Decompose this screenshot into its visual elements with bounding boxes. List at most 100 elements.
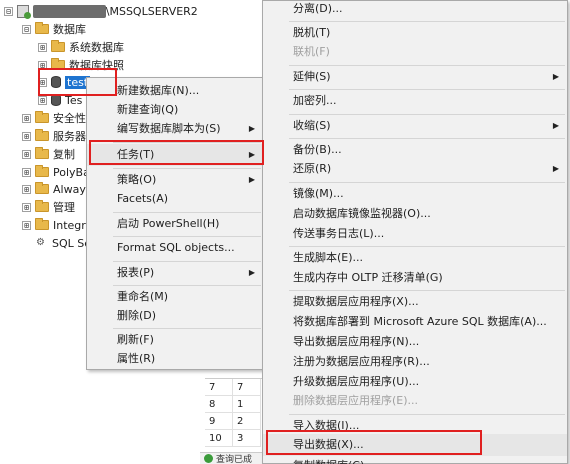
folder-icon <box>35 22 49 34</box>
tree-node-security[interactable]: ⊞ 安全性 <box>22 109 86 127</box>
menu-item-label: 编写数据库脚本为(S) <box>117 122 221 135</box>
folder-icon <box>35 182 49 194</box>
tree-node-system-databases[interactable]: ⊞ 系统数据库 <box>38 38 124 56</box>
results-grid: 7 7 8 1 9 2 10 3 <box>205 378 265 454</box>
folder-icon <box>35 200 49 212</box>
tree-node-integration[interactable]: ⊞ Integr <box>22 216 86 234</box>
tree-node-sql-agent[interactable]: ⚙ SQL Se <box>36 234 91 252</box>
menu-item-export-data[interactable]: 导出数据(X)... <box>263 434 567 456</box>
folder-icon <box>35 218 49 230</box>
tree-label-snapshots: 数据库快照 <box>69 59 124 72</box>
tree-label-integration: Integr <box>53 218 86 232</box>
expand-icon[interactable]: ⊞ <box>22 167 31 177</box>
success-icon <box>204 454 213 463</box>
menu-item-oltp-migration-checklist[interactable]: 生成内存中 OLTP 迁移清单(G) <box>263 267 567 289</box>
tree-node-polybase[interactable]: ⊞ PolyBa <box>22 163 90 181</box>
submenu-arrow-icon: ▶ <box>552 121 559 130</box>
menu-item-extract-data-tier[interactable]: 提取数据层应用程序(X)... <box>263 291 567 313</box>
expand-icon[interactable]: ⊞ <box>22 184 31 194</box>
tree-node-db2[interactable]: ⊞ Tes <box>38 91 82 109</box>
tasks-submenu: 分离(D)... 脱机(T) 联机(F) 延伸(S) ▶ 加密列... 收缩(S)… <box>262 0 568 464</box>
server-icon <box>17 4 31 19</box>
menu-item-start-powershell[interactable]: 启动 PowerShell(H) <box>87 213 263 235</box>
menu-item-delete[interactable]: 删除(D) <box>87 305 263 327</box>
server-name-redacted: ■■■■■■■ <box>33 4 106 18</box>
menu-item-script-database[interactable]: 编写数据库脚本为(S) ▶ <box>87 118 263 140</box>
table-row[interactable]: 9 2 <box>205 413 265 430</box>
menu-item-restore[interactable]: 还原(R) ▶ <box>263 158 567 180</box>
menu-item-shrink[interactable]: 收缩(S) ▶ <box>263 115 567 137</box>
server-instance: \MSSQLSERVER2 <box>105 4 198 18</box>
menu-item-label: 报表(P) <box>117 266 155 279</box>
submenu-arrow-icon: ▶ <box>248 268 255 277</box>
folder-icon <box>35 111 49 123</box>
database-icon <box>51 94 61 106</box>
expand-icon[interactable]: ⊞ <box>22 220 31 230</box>
database-icon <box>51 76 61 88</box>
tree-node-snapshots[interactable]: ⊞ 数据库快照 <box>38 56 124 74</box>
table-row[interactable]: 10 3 <box>205 430 265 447</box>
menu-item-facets[interactable]: Facets(A) <box>87 188 263 210</box>
expand-icon[interactable]: ⊞ <box>38 95 47 105</box>
tree-node-server[interactable]: ⊟ ■■■■■■■ \MSSQLSERVER2 <box>4 2 198 20</box>
expand-icon[interactable]: ⊞ <box>22 149 31 159</box>
tree-label-db2: Tes <box>65 93 83 107</box>
folder-icon <box>51 58 65 70</box>
menu-item-deploy-azure[interactable]: 将数据库部署到 Microsoft Azure SQL 数据库(A)... <box>263 311 567 333</box>
menu-item-label: 策略(O) <box>117 173 157 186</box>
table-row[interactable]: 7 7 <box>205 379 265 396</box>
menu-item-mirror-monitor[interactable]: 启动数据库镜像监视器(O)... <box>263 203 567 225</box>
menu-item-reports[interactable]: 报表(P) ▶ <box>87 262 263 284</box>
cell-value: 2 <box>233 413 261 430</box>
tree-label-management: 管理 <box>53 201 75 214</box>
folder-icon <box>35 165 49 177</box>
submenu-arrow-icon: ▶ <box>248 124 255 133</box>
menu-item-copy-database[interactable]: 复制数据库(C)... <box>263 455 567 464</box>
menu-item-encrypt-columns[interactable]: 加密列... <box>263 90 567 112</box>
menu-separator <box>113 142 261 143</box>
submenu-arrow-icon: ▶ <box>552 164 559 173</box>
cell-value: 1 <box>233 396 261 413</box>
menu-item-stretch[interactable]: 延伸(S) ▶ <box>263 66 567 88</box>
menu-item-export-data-tier[interactable]: 导出数据层应用程序(N)... <box>263 331 567 353</box>
tree-node-server-objects[interactable]: ⊞ 服务器 <box>22 127 86 145</box>
menu-item-register-data-tier[interactable]: 注册为数据层应用程序(R)... <box>263 351 567 373</box>
tree-node-replication[interactable]: ⊞ 复制 <box>22 145 75 163</box>
folder-icon <box>51 40 65 52</box>
menu-item-detach[interactable]: 分离(D)... <box>263 0 567 20</box>
folder-icon <box>35 129 49 141</box>
menu-item-label: 延伸(S) <box>293 70 331 83</box>
menu-item-delete-data-tier[interactable]: 删除数据层应用程序(E)... <box>263 390 567 412</box>
tree-node-databases[interactable]: ⊟ 数据库 <box>22 20 86 38</box>
tree-label-server-objects: 服务器 <box>53 130 86 143</box>
expand-icon[interactable]: ⊞ <box>22 113 31 123</box>
cell-value: 3 <box>233 430 261 447</box>
tree-node-always-on[interactable]: ⊞ Always <box>22 180 92 198</box>
tree-node-management[interactable]: ⊞ 管理 <box>22 198 75 216</box>
expand-icon[interactable]: ⊞ <box>38 42 47 52</box>
menu-item-properties[interactable]: 属性(R) <box>87 348 263 370</box>
database-context-menu: 新建数据库(N)... 新建查询(Q) 编写数据库脚本为(S) ▶ 任务(T) ▶ … <box>86 77 264 370</box>
tree-label-security: 安全性 <box>53 112 86 125</box>
collapse-icon[interactable]: ⊟ <box>4 6 13 16</box>
menu-item-label: 任务(T) <box>117 148 155 161</box>
tree-label-replication: 复制 <box>53 148 75 161</box>
menu-item-ship-transaction-logs[interactable]: 传送事务日志(L)... <box>263 223 567 245</box>
menu-item-bring-online[interactable]: 联机(F) <box>263 41 567 63</box>
menu-item-label: 收缩(S) <box>293 119 331 132</box>
expand-icon[interactable]: ⊞ <box>22 131 31 141</box>
expand-icon[interactable]: ⊞ <box>22 202 31 212</box>
tree-label-polybase: PolyBa <box>53 165 90 179</box>
menu-item-tasks[interactable]: 任务(T) ▶ <box>87 144 263 166</box>
table-row[interactable]: 8 1 <box>205 396 265 413</box>
menu-item-format-sql[interactable]: Format SQL objects... <box>87 237 263 259</box>
collapse-icon[interactable]: ⊟ <box>22 24 31 34</box>
expand-icon[interactable]: ⊞ <box>38 60 47 70</box>
submenu-arrow-icon: ▶ <box>552 72 559 81</box>
row-number: 10 <box>205 430 233 447</box>
expand-icon[interactable]: ⊞ <box>38 77 47 87</box>
tree-node-test-db[interactable]: ⊞ test <box>38 73 91 91</box>
menu-item-mirror[interactable]: 镜像(M)... <box>263 183 567 205</box>
submenu-arrow-icon: ▶ <box>248 150 255 159</box>
menu-item-generate-scripts[interactable]: 生成脚本(E)... <box>263 247 567 269</box>
